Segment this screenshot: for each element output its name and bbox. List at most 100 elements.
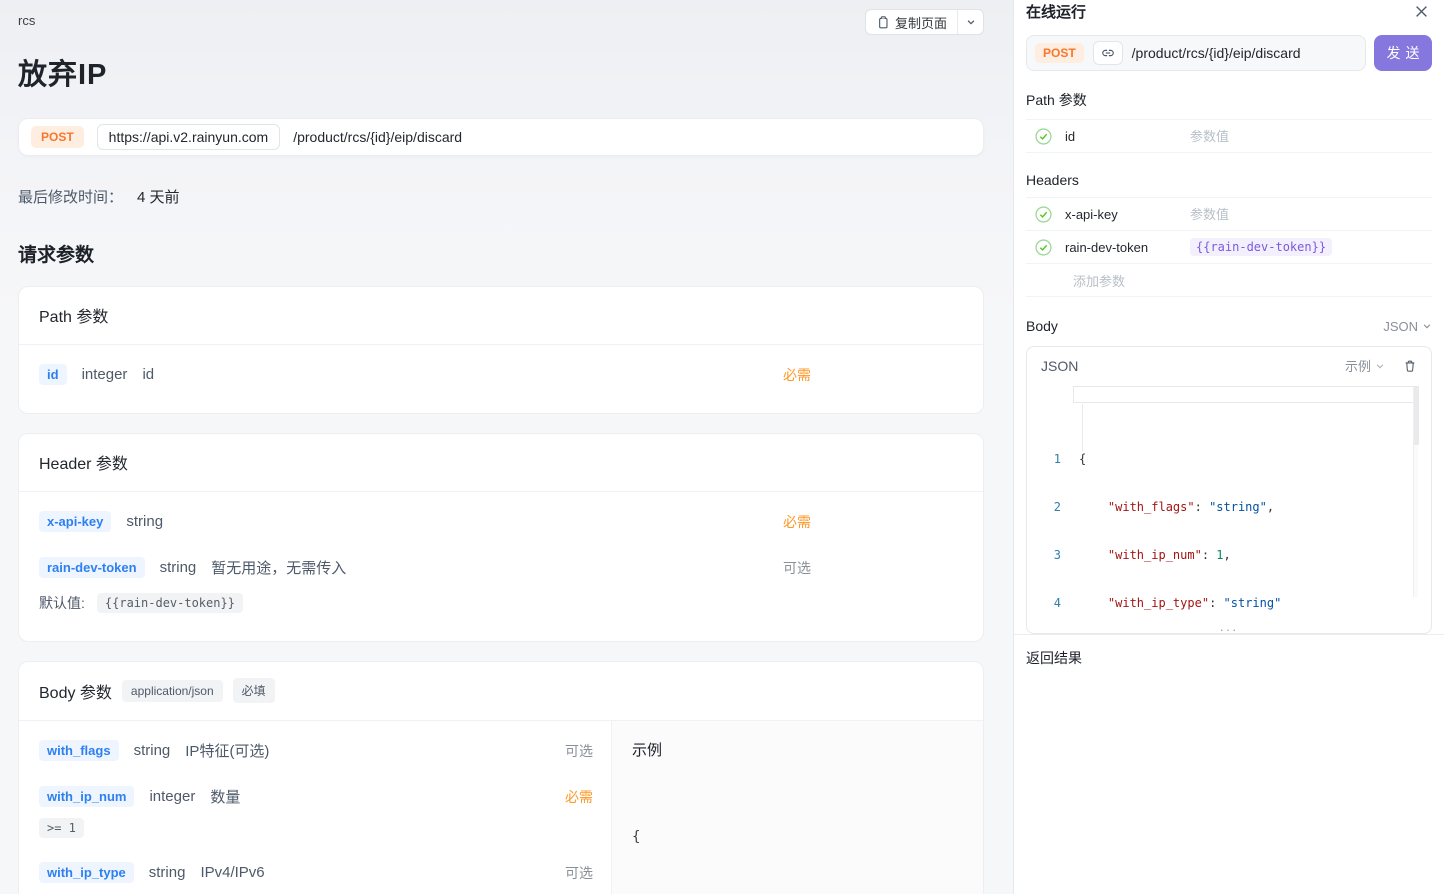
param-name-badge: with_flags xyxy=(39,740,119,761)
runner-panel: 在线运行 POST /product/rcs/{id}/eip/discard xyxy=(1013,0,1444,894)
path-params-card-title: Path 参数 xyxy=(19,287,983,345)
body-params-card: Body 参数 application/json 必填 with_flags s… xyxy=(18,661,984,894)
param-optional-badge: 可选 xyxy=(565,741,593,761)
editor-scrollbar[interactable] xyxy=(1413,387,1418,597)
breadcrumb[interactable]: rcs xyxy=(18,0,35,28)
param-name-badge: with_ip_num xyxy=(39,786,134,807)
runner-method-badge: POST xyxy=(1035,43,1084,63)
runner-path-params-heading: Path 参数 xyxy=(1026,90,1432,110)
check-circle-icon[interactable] xyxy=(1035,239,1052,256)
default-value-badge: {{rain-dev-token}} xyxy=(97,593,243,613)
runner-header-row-rain-dev-token: rain-dev-token {{rain-dev-token}} xyxy=(1026,231,1432,264)
runner-headers-heading: Headers xyxy=(1026,172,1432,188)
runner-header-token-value[interactable]: {{rain-dev-token}} xyxy=(1190,238,1332,256)
content-type-badge: application/json xyxy=(122,680,223,702)
param-name-badge: with_ip_type xyxy=(39,862,134,883)
param-row-id: id integer id 必需 xyxy=(39,351,963,397)
param-desc: IP特征(可选) xyxy=(185,740,269,761)
last-modified-value: 4 天前 xyxy=(137,186,180,207)
runner-request-bar: POST /product/rcs/{id}/eip/discard xyxy=(1026,35,1366,71)
param-name-badge: rain-dev-token xyxy=(39,557,145,578)
last-modified-label: 最后修改时间： xyxy=(18,186,123,207)
default-value-row: 默认值: {{rain-dev-token}} xyxy=(39,590,963,625)
param-type: integer xyxy=(149,788,195,805)
example-select-label: 示例 xyxy=(1345,356,1371,375)
param-constraint-badge: >= 1 xyxy=(39,818,84,838)
copy-page-label: 复制页面 xyxy=(895,13,947,32)
param-row-x-api-key: x-api-key string 必需 xyxy=(39,498,963,544)
endpoint-path: /product/rcs/{id}/eip/discard xyxy=(293,129,462,145)
runner-title: 在线运行 xyxy=(1026,1,1086,22)
link-icon[interactable] xyxy=(1093,41,1123,65)
path-params-card: Path 参数 id integer id 必需 xyxy=(18,286,984,414)
header-params-card-title: Header 参数 xyxy=(19,434,983,492)
check-circle-icon[interactable] xyxy=(1035,128,1052,145)
runner-param-value-input[interactable] xyxy=(1190,129,1426,144)
param-required-badge: 必需 xyxy=(565,787,593,807)
param-optional-badge: 可选 xyxy=(565,863,593,883)
body-type-select[interactable]: JSON xyxy=(1383,319,1432,334)
add-param-row[interactable]: 添加参数 xyxy=(1026,264,1432,297)
editor-code-area[interactable]: 1{ 2 "with_flags": "string", 3 "with_ip_… xyxy=(1027,384,1431,634)
chevron-down-icon xyxy=(1375,361,1385,371)
base-url-selector[interactable]: https://api.v2.rainyun.com xyxy=(97,124,281,150)
result-heading: 返回结果 xyxy=(1026,648,1432,668)
drag-handle[interactable]: ··· xyxy=(1214,622,1245,637)
runner-header-value-input[interactable] xyxy=(1190,207,1426,222)
request-params-heading: 请求参数 xyxy=(18,240,984,267)
doc-main: rcs 复制页面 放弃IP POS xyxy=(0,0,1013,894)
param-name-badge: id xyxy=(39,364,67,385)
param-row-rain-dev-token: rain-dev-token string 暂无用途，无需传入 可选 xyxy=(39,544,963,590)
app-root: rcs 复制页面 放弃IP POS xyxy=(0,0,1444,894)
param-row-with-flags: with_flags string IP特征(可选) 可选 xyxy=(39,727,593,773)
runner-param-name[interactable]: id xyxy=(1065,129,1177,144)
close-icon[interactable] xyxy=(1411,3,1432,20)
chevron-down-icon xyxy=(966,17,976,27)
param-required-badge: 必需 xyxy=(783,512,811,532)
method-badge: POST xyxy=(31,126,84,148)
runner-body-heading: Body xyxy=(1026,318,1058,334)
param-name-badge: x-api-key xyxy=(39,511,111,532)
param-optional-badge: 可选 xyxy=(783,558,811,578)
trash-icon[interactable] xyxy=(1403,359,1417,373)
param-type: integer xyxy=(82,366,128,383)
check-circle-icon[interactable] xyxy=(1035,206,1052,223)
param-row-with-ip-type: with_ip_type string IPv4/IPv6 可选 xyxy=(39,849,593,894)
param-desc: IPv4/IPv6 xyxy=(200,864,264,881)
copy-page-split-button: 复制页面 xyxy=(865,9,984,35)
param-type: string xyxy=(149,864,186,881)
send-button[interactable]: 发送 xyxy=(1374,35,1432,71)
param-required-badge: 必需 xyxy=(783,365,811,385)
example-label: 示例 xyxy=(632,739,963,760)
example-select[interactable]: 示例 xyxy=(1345,356,1385,375)
body-params-list: with_flags string IP特征(可选) 可选 with_ip_nu… xyxy=(19,721,611,894)
param-desc: 数量 xyxy=(210,786,240,807)
body-params-card-title: Body 参数 xyxy=(39,679,112,703)
editor-lang-label: JSON xyxy=(1041,358,1078,374)
runner-header-name[interactable]: x-api-key xyxy=(1065,207,1177,222)
copy-page-button[interactable]: 复制页面 xyxy=(866,10,957,34)
param-type: string xyxy=(126,513,163,530)
param-desc: id xyxy=(142,366,154,383)
param-row-with-ip-num: with_ip_num integer 数量 必需 xyxy=(39,773,593,819)
runner-header-name[interactable]: rain-dev-token xyxy=(1065,240,1177,255)
body-example-panel: 示例 { "with_flags": "string", "with_ip_nu… xyxy=(611,721,983,894)
param-type: string xyxy=(134,742,171,759)
page-title: 放弃IP xyxy=(18,51,984,93)
runner-header-row-x-api-key: x-api-key xyxy=(1026,198,1432,231)
json-editor: JSON 示例 xyxy=(1026,346,1432,634)
runner-path-param-row: id xyxy=(1026,120,1432,153)
param-type: string xyxy=(160,559,197,576)
body-required-badge: 必填 xyxy=(233,678,275,703)
runner-endpoint-path[interactable]: /product/rcs/{id}/eip/discard xyxy=(1132,45,1301,61)
chevron-down-icon xyxy=(1422,321,1432,331)
clipboard-icon xyxy=(876,16,889,29)
last-modified: 最后修改时间： 4 天前 xyxy=(18,186,984,207)
endpoint-bar: POST https://api.v2.rainyun.com /product… xyxy=(18,118,984,156)
header-params-card: Header 参数 x-api-key string 必需 rain-dev-t… xyxy=(18,433,984,642)
body-type-label: JSON xyxy=(1383,319,1418,334)
example-code: { "with_flags": "string", "with_ip_num":… xyxy=(632,777,963,894)
default-value-label: 默认值: xyxy=(39,593,85,613)
copy-page-dropdown-button[interactable] xyxy=(957,10,983,34)
param-desc: 暂无用途，无需传入 xyxy=(211,557,346,578)
